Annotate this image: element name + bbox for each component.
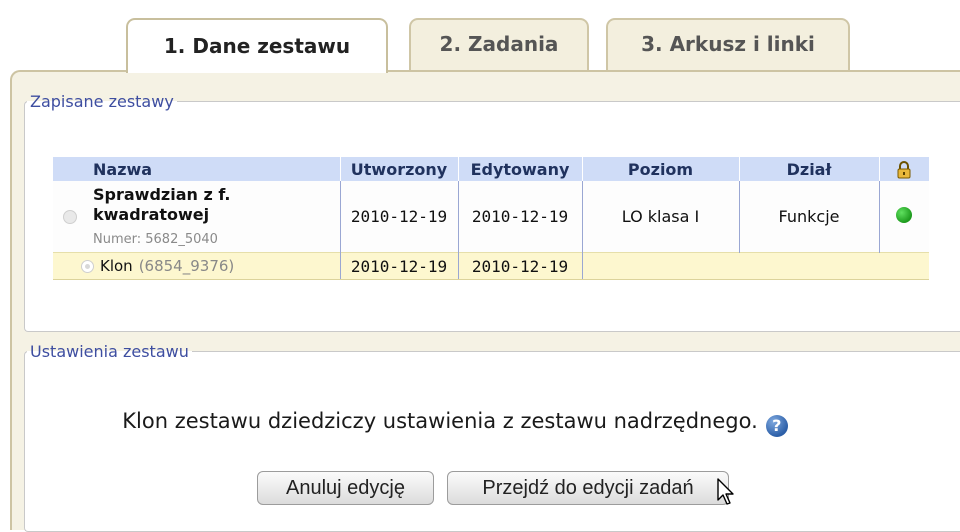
tab-arkusz-i-linki[interactable]: 3. Arkusz i linki bbox=[606, 18, 850, 70]
set-name-line-1: Sprawdzian z f. bbox=[93, 185, 231, 204]
cancel-edit-button[interactable]: Anuluj edycję bbox=[257, 471, 434, 505]
settings-fieldset: Ustawienia zestawu Klon zestawu dziedzic… bbox=[24, 342, 960, 532]
column-header-name[interactable]: Nazwa bbox=[53, 157, 341, 181]
status-cell bbox=[878, 181, 929, 253]
lock-icon bbox=[897, 160, 911, 179]
clone-section-cell bbox=[739, 252, 879, 280]
table-row[interactable]: Sprawdzian z f. kwadratowej Numer: 5682_… bbox=[53, 181, 929, 253]
table-header-row: Nazwa Utworzony Edytowany Poziom Dział bbox=[53, 157, 930, 181]
go-to-tasks-edit-button[interactable]: Przejdź do edycji zadań bbox=[447, 471, 729, 505]
clone-number: (6854_9376) bbox=[138, 257, 235, 275]
row-name-cell: Sprawdzian z f. kwadratowej Numer: 5682_… bbox=[53, 181, 340, 253]
column-header-created[interactable]: Utworzony bbox=[340, 157, 459, 181]
clone-created-date: 2010-12-19 bbox=[339, 252, 458, 280]
column-header-lock bbox=[879, 157, 930, 181]
set-name: Sprawdzian z f. kwadratowej bbox=[93, 185, 231, 225]
level-value: LO klasa I bbox=[581, 181, 739, 253]
status-dot-icon bbox=[896, 206, 913, 223]
inheritance-info-text: Klon zestawu dziedziczy ustawienia z zes… bbox=[122, 409, 758, 433]
row-select-radio[interactable] bbox=[63, 210, 77, 224]
column-header-section[interactable]: Dział bbox=[739, 157, 880, 181]
saved-sets-legend: Zapisane zestawy bbox=[30, 92, 174, 111]
help-icon[interactable]: ? bbox=[765, 414, 788, 437]
clone-select-radio[interactable] bbox=[81, 259, 94, 273]
tab-dane-zestawu[interactable]: 1. Dane zestawu bbox=[126, 18, 388, 73]
saved-sets-table: Nazwa Utworzony Edytowany Poziom Dział S… bbox=[53, 157, 930, 280]
clone-name: Klon bbox=[100, 257, 133, 275]
created-date: 2010-12-19 bbox=[339, 181, 458, 253]
set-name-line-2: kwadratowej bbox=[93, 205, 210, 224]
clone-edited-date: 2010-12-19 bbox=[457, 252, 583, 280]
section-value: Funkcje bbox=[738, 181, 879, 253]
settings-legend: Ustawienia zestawu bbox=[30, 342, 189, 361]
column-header-edited[interactable]: Edytowany bbox=[458, 157, 583, 181]
inheritance-info: Klon zestawu dziedziczy ustawienia z zes… bbox=[25, 409, 885, 437]
clone-status-cell bbox=[879, 252, 929, 280]
column-header-level[interactable]: Poziom bbox=[582, 157, 740, 181]
mouse-cursor-icon bbox=[717, 478, 734, 505]
table-row-clone[interactable]: Klon (6854_9376) 2010-12-19 2010-12-19 bbox=[53, 252, 929, 280]
edited-date: 2010-12-19 bbox=[457, 181, 582, 253]
clone-level-cell bbox=[582, 252, 739, 280]
clone-name-cell: Klon (6854_9376) bbox=[53, 252, 340, 280]
tab-zadania[interactable]: 2. Zadania bbox=[409, 18, 589, 70]
set-number: Numer: 5682_5040 bbox=[93, 232, 218, 247]
saved-sets-fieldset: Zapisane zestawy Nazwa Utworzony Edytowa… bbox=[24, 92, 960, 332]
